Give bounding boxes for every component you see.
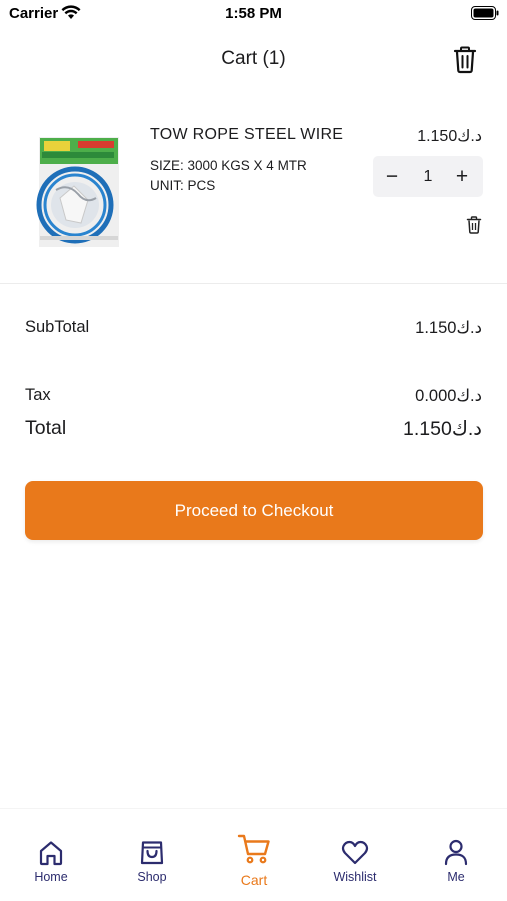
- divider: [0, 283, 507, 284]
- heart-icon: [315, 839, 395, 870]
- home-icon: [11, 839, 91, 872]
- tab-label-cart: Cart: [240, 872, 268, 888]
- product-price: 1.150د.ك: [417, 128, 482, 145]
- status-time: 1:58 PM: [225, 5, 282, 22]
- cart-item: TOW ROPE STEEL WIRE 1.150د.ك SIZE: 3000 …: [0, 110, 507, 284]
- quantity-value: 1: [423, 168, 433, 185]
- tab-bar: Home Shop Cart Wishlist Me: [0, 808, 507, 901]
- tab-home[interactable]: Home: [11, 809, 91, 901]
- cart-icon: [214, 833, 294, 870]
- clear-cart-button[interactable]: [452, 46, 478, 74]
- product-size: SIZE: 3000 KGS X 4 MTR: [150, 158, 307, 173]
- product-name[interactable]: TOW ROPE STEEL WIRE: [150, 126, 343, 144]
- increment-button[interactable]: +: [444, 156, 480, 197]
- remove-item-button[interactable]: [466, 216, 482, 234]
- shopping-bag-icon: [112, 838, 192, 871]
- product-unit: UNIT: PCS: [150, 178, 216, 193]
- tab-shop[interactable]: Shop: [112, 809, 192, 901]
- battery-icon: [471, 6, 499, 25]
- tax-label: Tax: [25, 386, 51, 404]
- subtotal-value: 1.150د.ك: [415, 319, 482, 337]
- status-bar: Carrier 1:58 PM: [0, 0, 507, 28]
- page-title: Cart (1): [221, 48, 286, 69]
- tab-cart[interactable]: Cart: [214, 809, 294, 901]
- quantity-stepper: − 1 +: [373, 156, 483, 197]
- tab-label-wishlist: Wishlist: [333, 870, 377, 884]
- trash-icon: [466, 216, 482, 238]
- checkout-button[interactable]: Proceed to Checkout: [25, 481, 483, 540]
- tab-label-shop: Shop: [137, 870, 167, 884]
- tab-label-home: Home: [34, 870, 68, 884]
- tab-me[interactable]: Me: [416, 809, 496, 901]
- product-image[interactable]: [26, 128, 126, 248]
- decrement-button[interactable]: −: [374, 156, 410, 197]
- tab-label-me: Me: [447, 870, 465, 884]
- subtotal-label: SubTotal: [25, 318, 90, 336]
- total-label: Total: [25, 417, 67, 439]
- total-value: 1.150د.ك: [403, 418, 482, 440]
- trash-icon: [452, 46, 478, 78]
- tax-value: 0.000د.ك: [415, 387, 482, 405]
- user-icon: [416, 838, 496, 871]
- tab-wishlist[interactable]: Wishlist: [315, 809, 395, 901]
